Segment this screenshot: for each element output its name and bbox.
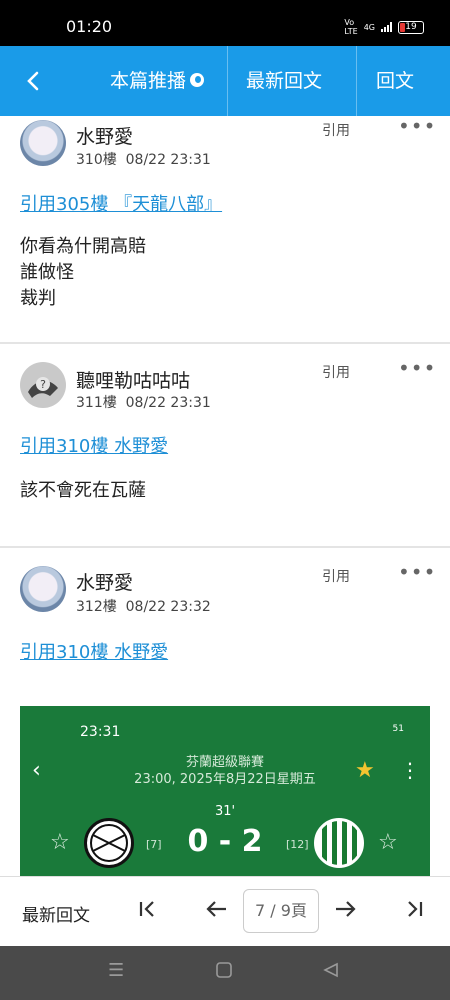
username[interactable]: 水野愛 [76,568,133,595]
body-line: 該不會死在瓦薩 [20,480,146,501]
match-score: 0 - 2 [187,824,263,859]
page-selector[interactable]: 7 / 9頁 [243,889,319,933]
toggle-icon [190,72,205,87]
battery-icon: 19 [398,20,424,34]
svg-text:?: ? [40,378,46,391]
back-icon[interactable] [322,961,340,984]
more-icon[interactable]: ••• [398,114,436,138]
post-body: 你看為什開高賠 誰做怪 裁判 [20,234,146,312]
tab-recommend[interactable]: 本篇推播 [110,46,205,116]
network-type: 4G [363,22,375,32]
star-filled-icon: ★ [355,758,375,783]
avatar[interactable]: ? [20,362,66,408]
status-bar: 01:20 Vo LTE 4G 19 [0,0,450,46]
system-navigation-bar: ☰ [0,946,450,1000]
embedded-screenshot[interactable]: 23:31 51 ‹ 芬蘭超級聯賽 23:00, 2025年8月22日星期五 ★… [20,706,430,876]
post-310: 水野愛 310樓 08/22 23:31 引用 ••• 引用305樓 『天龍八部… [0,114,450,342]
quote-button[interactable]: 引用 [322,362,350,382]
signal-icon [381,22,392,32]
avatar[interactable] [20,566,66,612]
username[interactable]: 水野愛 [76,122,133,149]
post-date: 08/22 23:31 [125,395,211,411]
tab-reply[interactable]: 回文 [376,46,414,116]
post-meta: 310樓 08/22 23:31 [76,149,211,169]
post-date: 08/22 23:31 [125,152,211,168]
body-line: 裁判 [20,288,56,309]
last-page-icon[interactable] [402,897,426,921]
post-date: 08/22 23:32 [125,599,211,615]
embed-time: 23:31 [80,724,121,740]
more-icon[interactable]: ••• [398,356,436,380]
latest-replies-button[interactable]: 最新回文 [22,901,90,926]
app-bar: 本篇推播 最新回文 回文 [0,46,450,116]
tab-separator [227,46,228,116]
floor-number: 311樓 [76,395,117,411]
star-outline-icon: ☆ [378,830,398,855]
username[interactable]: 聽哩勒咕咕咕 [76,366,190,393]
quote-link[interactable]: 引用305樓 『天龍八部』 [20,190,222,216]
quote-link[interactable]: 引用310樓 水野愛 [20,638,168,664]
status-icons: Vo LTE 4G 19 [344,18,424,36]
recents-icon[interactable]: ☰ [108,960,124,981]
body-line: 你看為什開高賠 [20,236,146,257]
quote-button[interactable]: 引用 [322,120,350,140]
volte-icon: Vo LTE [344,18,358,36]
tab-latest-replies[interactable]: 最新回文 [246,46,322,116]
floor-number: 310樓 [76,152,117,168]
kebab-menu-icon: ⋮ [400,758,420,782]
tab-recommend-label: 本篇推播 [110,70,187,92]
anonymous-avatar-icon: ? [28,377,58,398]
more-icon[interactable]: ••• [398,560,436,584]
quote-button[interactable]: 引用 [322,566,350,586]
post-meta: 312樓 08/22 23:32 [76,596,211,616]
embed-status-icons: 51 [392,724,404,734]
back-arrow-icon[interactable] [18,66,48,96]
post-meta: 311樓 08/22 23:31 [76,392,211,412]
next-page-icon[interactable] [332,897,358,921]
status-time: 01:20 [66,17,113,36]
floor-number: 312樓 [76,599,117,615]
avatar[interactable] [20,120,66,166]
home-icon[interactable] [215,961,233,984]
previous-page-icon[interactable] [204,897,230,921]
away-rank: [12] [286,838,309,851]
post-311: ? 聽哩勒咕咕咕 311樓 08/22 23:31 引用 ••• 引用310樓 … [0,344,450,546]
quote-link[interactable]: 引用310樓 水野愛 [20,432,168,458]
match-minute: 31' [214,804,236,819]
tab-separator [356,46,357,116]
post-body: 該不會死在瓦薩 [20,478,146,504]
bottom-navigation: 最新回文 7 / 9頁 [0,876,450,946]
body-line: 誰做怪 [20,262,74,283]
away-team-crest [314,818,364,868]
first-page-icon[interactable] [136,897,160,921]
